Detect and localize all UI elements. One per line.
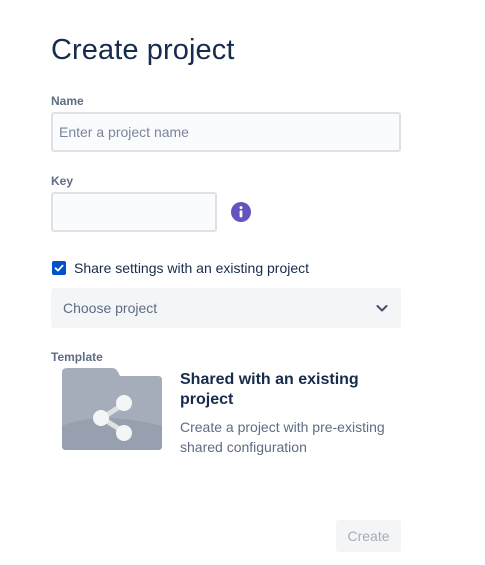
project-name-input[interactable] (51, 112, 401, 152)
template-title: Shared with an existing project (180, 371, 359, 408)
page-title: Create project (51, 34, 235, 66)
project-key-input[interactable] (51, 192, 217, 232)
create-button[interactable]: Create (336, 520, 401, 552)
create-project-page: Create project Name Key Share settings w… (0, 0, 485, 565)
choose-project-value: Choose project (63, 300, 158, 316)
name-label: Name (51, 94, 84, 108)
template-card[interactable]: Shared with an existing project Create a… (60, 366, 400, 466)
template-label: Template (51, 350, 103, 364)
key-label: Key (51, 174, 74, 188)
share-settings-checkbox[interactable] (52, 261, 66, 275)
shared-folder-icon (60, 366, 164, 452)
share-settings-row[interactable]: Share settings with an existing project (52, 258, 309, 278)
template-description: Create a project with pre-existing share… (180, 419, 385, 455)
share-settings-label: Share settings with an existing project (74, 260, 310, 276)
choose-project-select[interactable]: Choose project (51, 288, 401, 328)
checkmark-icon (54, 264, 64, 272)
info-icon[interactable] (231, 202, 251, 222)
chevron-down-icon[interactable] (375, 301, 389, 315)
